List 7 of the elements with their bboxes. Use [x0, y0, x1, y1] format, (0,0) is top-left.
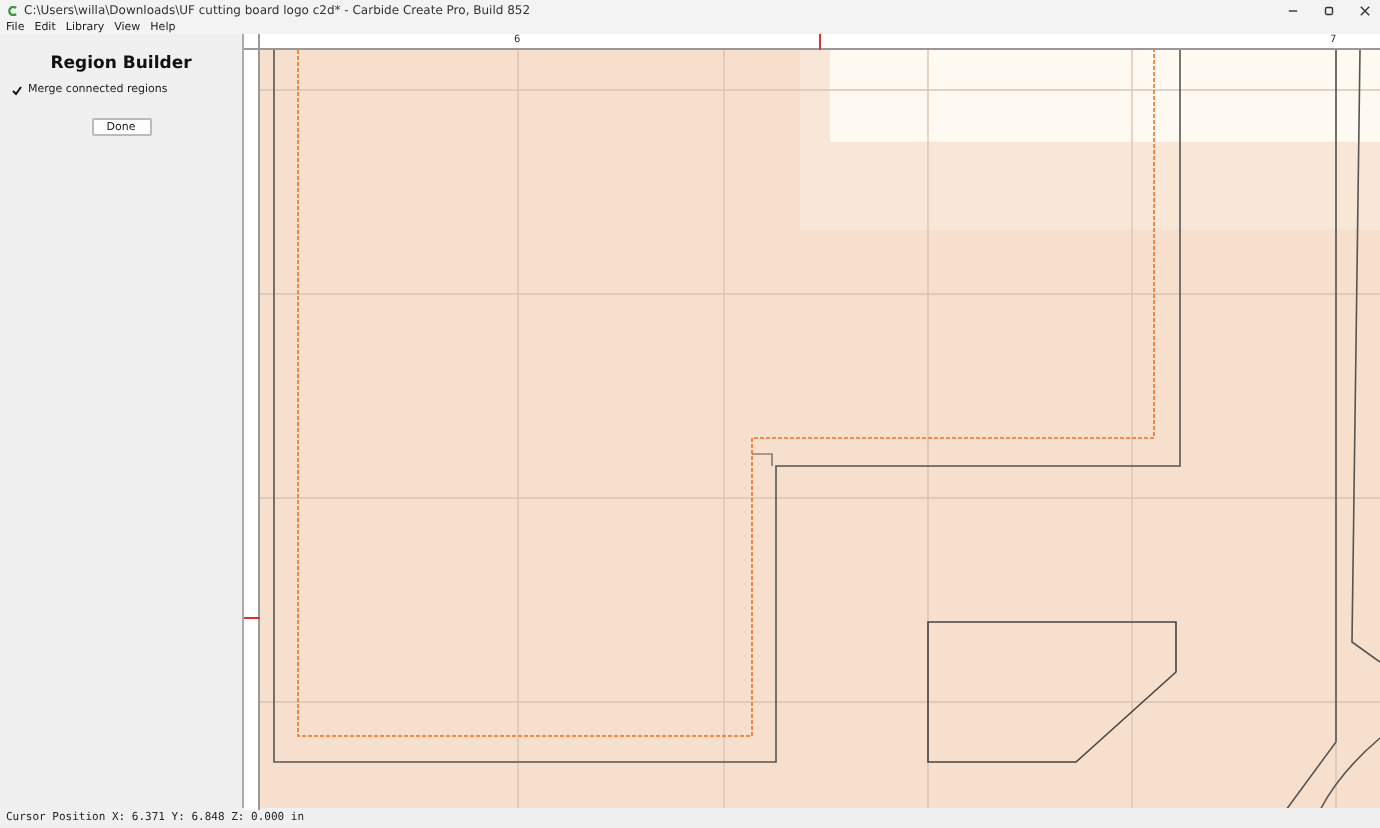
panel-title: Region Builder: [50, 54, 192, 74]
cursor-marker: [244, 617, 260, 619]
app-icon: [8, 5, 18, 15]
checkbox[interactable]: [12, 85, 22, 95]
cursor-marker: [819, 34, 821, 50]
close-icon[interactable]: [1358, 3, 1372, 17]
restore-icon[interactable]: [1322, 3, 1336, 17]
